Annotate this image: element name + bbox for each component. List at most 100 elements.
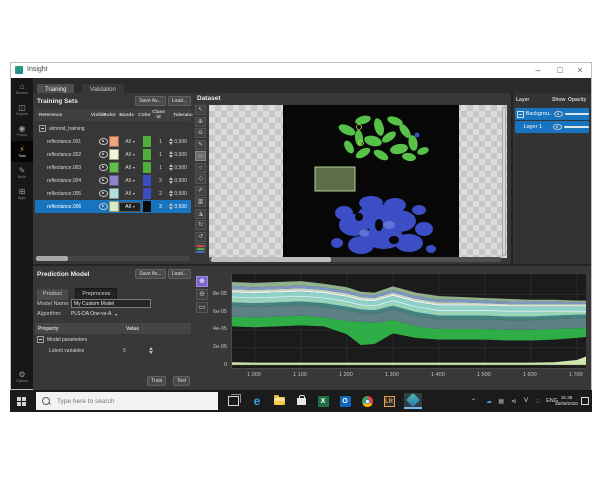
tolerance-spinner[interactable]	[169, 164, 173, 171]
bands-dropdown[interactable]: All▾	[119, 165, 141, 171]
table-row[interactable]: reflectance.002 All▾ 1 0,500	[35, 148, 191, 161]
class-color-swatch[interactable]	[143, 162, 151, 173]
taskbar-file-explorer-icon[interactable]	[270, 393, 288, 409]
taskbar-lightroom-icon[interactable]: LR	[380, 393, 398, 409]
layer-visible-eye-icon[interactable]	[553, 124, 562, 131]
color-swatch[interactable]	[109, 201, 119, 212]
maximize-button[interactable]: □	[553, 64, 567, 76]
opacity-slider[interactable]	[564, 126, 589, 128]
table-row-selected[interactable]: reflectance.006 All▾ 3 0,500	[35, 200, 191, 213]
search-input[interactable]	[55, 397, 199, 406]
sidebar-item-build[interactable]: ✎ Build	[11, 162, 33, 183]
opacity-slider[interactable]	[565, 113, 589, 115]
taskbar-outlook-icon[interactable]: O	[336, 393, 354, 409]
class-color-swatch[interactable]	[143, 136, 151, 147]
train-button[interactable]: Train	[147, 376, 166, 386]
tolerance-spinner[interactable]	[169, 177, 173, 184]
bands-dropdown[interactable]: All▾	[119, 152, 141, 158]
table-row[interactable]: reflectance.001 All▾ 1 0,500	[35, 135, 191, 148]
color-swatch[interactable]	[109, 188, 119, 199]
sidebar-item-train[interactable]: ⚡ Train	[11, 141, 33, 162]
collapse-icon[interactable]	[39, 125, 46, 132]
tolerance-spinner[interactable]	[169, 151, 173, 158]
test-button[interactable]: Test	[173, 376, 190, 386]
minimize-button[interactable]: –	[531, 64, 545, 76]
algorithm-dropdown[interactable]: PLS-DA One-vs-A	[71, 311, 111, 317]
layer-visible-eye-icon[interactable]	[554, 111, 563, 118]
action-center-icon[interactable]	[581, 397, 589, 405]
horizontal-scrollbar[interactable]	[36, 256, 190, 261]
pointer-tool[interactable]: ↖	[195, 105, 206, 115]
class-color-swatch[interactable]	[143, 175, 151, 186]
bands-dropdown[interactable]: All▾	[119, 139, 141, 145]
collapse-icon[interactable]	[37, 336, 44, 343]
visible-eye-icon[interactable]	[99, 177, 108, 184]
color-swatch[interactable]	[109, 136, 119, 147]
sidebar-item-browse[interactable]: ⌂ Browse	[11, 78, 33, 99]
close-button[interactable]: ×	[573, 64, 587, 76]
visible-eye-icon[interactable]	[99, 190, 108, 197]
zoom-out-tool[interactable]: ⊖	[195, 128, 206, 138]
taskbar-insight-active-icon[interactable]	[404, 393, 422, 409]
tolerance-spinner[interactable]	[169, 203, 173, 210]
bands-dropdown[interactable]: All▾	[119, 178, 141, 184]
tray-network-icon[interactable]: ∴	[536, 390, 540, 412]
expander-icon[interactable]	[517, 111, 524, 118]
sidebar-item-options[interactable]: ⚙ Options	[11, 366, 33, 387]
visible-eye-icon[interactable]	[99, 164, 108, 171]
table-group-row[interactable]: almond_training	[35, 122, 191, 135]
pen-tool[interactable]: ✎	[195, 140, 206, 150]
bands-dropdown[interactable]: All▾	[119, 202, 141, 212]
training-load-button[interactable]: Load...	[168, 96, 191, 106]
brush-tool[interactable]: ✐	[195, 186, 206, 196]
color-swatch[interactable]	[109, 162, 119, 173]
color-swatch[interactable]	[109, 149, 119, 160]
tray-speaker-icon[interactable]: ⊲	[511, 390, 516, 412]
flip-tool[interactable]: ◮	[195, 209, 206, 219]
image-canvas[interactable]	[209, 105, 507, 258]
polygon-select-tool[interactable]: ◇	[195, 174, 206, 184]
taskbar-search[interactable]	[36, 392, 218, 410]
prediction-load-button[interactable]: Load...	[168, 269, 191, 279]
class-color-swatch[interactable]	[143, 201, 151, 212]
tray-folder-icon[interactable]: ▤	[498, 390, 504, 412]
tab-product[interactable]: Product	[37, 289, 68, 300]
latent-variables-spinner[interactable]	[149, 347, 153, 354]
tray-defender-icon[interactable]: V	[524, 390, 528, 412]
prediction-save-as-button[interactable]: Save As...	[135, 269, 166, 279]
taskbar-excel-icon[interactable]: X	[314, 393, 332, 409]
class-color-swatch[interactable]	[143, 149, 151, 160]
rotate-ccw-tool[interactable]: ↺	[195, 232, 206, 242]
start-button[interactable]	[12, 393, 30, 409]
table-row[interactable]: reflectance.004 All▾ 2 0,500	[35, 174, 191, 187]
color-swatch[interactable]	[109, 175, 119, 186]
tray-chevron-up-icon[interactable]: ⌃	[471, 390, 476, 412]
tray-onedrive-icon[interactable]: ☁	[486, 390, 492, 412]
bands-dropdown[interactable]: All▾	[119, 191, 141, 197]
layer-row-layer1[interactable]: Layer 1	[515, 121, 589, 133]
table-row[interactable]: reflectance.005 All▾ 2 0,500	[35, 187, 191, 200]
tray-clock[interactable]: 15.38 25/06/2020	[555, 395, 578, 406]
visible-eye-icon[interactable]	[99, 203, 108, 210]
tolerance-spinner[interactable]	[169, 190, 173, 197]
layer-row-background[interactable]: Backgrou...	[515, 108, 589, 120]
sidebar-item-explore[interactable]: ◫ Explore	[11, 99, 33, 120]
rotate-cw-tool[interactable]: ↻	[195, 220, 206, 230]
horizontal-scrollbar[interactable]	[209, 257, 501, 262]
task-view-button[interactable]	[224, 393, 242, 409]
ellipse-select-tool[interactable]: ○	[195, 163, 206, 173]
training-save-as-button[interactable]: Save As...	[135, 96, 166, 106]
taskbar-edge-icon[interactable]: e	[248, 393, 266, 409]
vertical-scrollbar[interactable]	[502, 107, 506, 256]
visible-eye-icon[interactable]	[99, 138, 108, 145]
tolerance-spinner[interactable]	[169, 138, 173, 145]
taskbar-chrome-icon[interactable]	[358, 393, 376, 409]
zoom-in-tool[interactable]: ⊕	[195, 117, 206, 127]
taskbar-store-icon[interactable]	[292, 393, 310, 409]
histogram-tool[interactable]: ▥	[195, 197, 206, 207]
model-name-input[interactable]: My Custom Model	[71, 299, 151, 308]
visible-eye-icon[interactable]	[99, 151, 108, 158]
class-color-swatch[interactable]	[143, 188, 151, 199]
sidebar-item-apps[interactable]: ⊞ Apps	[11, 183, 33, 204]
rgb-bands-tool[interactable]	[195, 243, 206, 253]
